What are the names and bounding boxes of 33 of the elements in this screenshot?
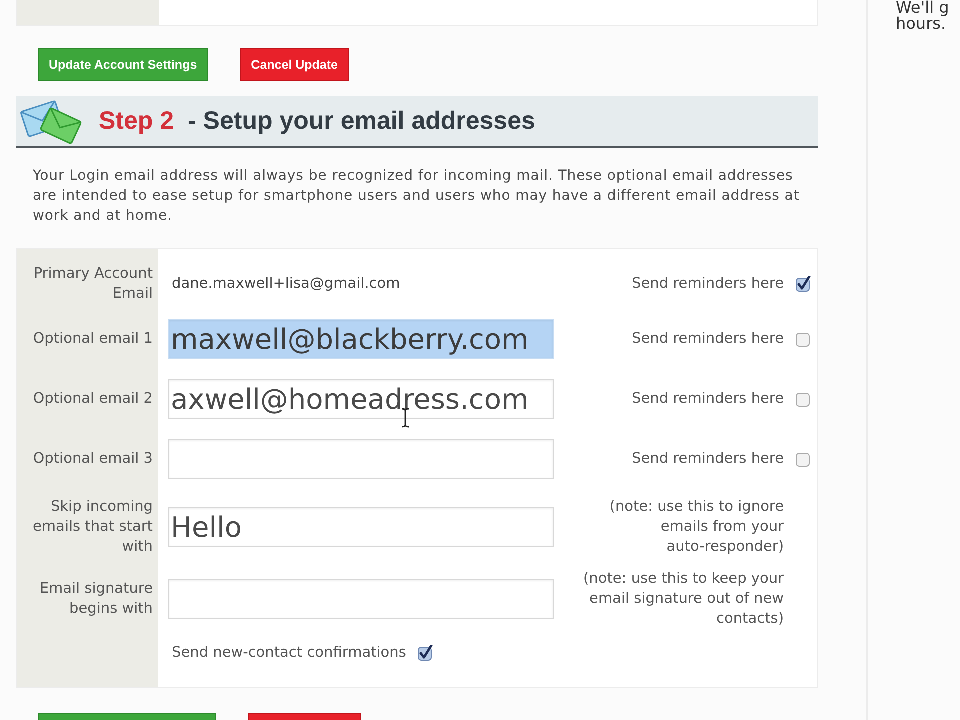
field-note: (note: use this to keep your email signature out of new contacts) [582,570,784,629]
field-note: (note: use this to ignore emails from your auto-responder) [608,498,784,557]
checkbox-label: Send reminders here [632,331,784,347]
sidebar-text: hours. [896,16,946,32]
checkbox-label: Send reminders here [632,276,784,292]
checkbox[interactable] [795,331,811,347]
envelopes-icon [20,98,82,144]
action-button[interactable] [38,713,216,720]
field-label: Optional email 3 [33,450,153,469]
field-label: Optional email 2 [33,390,153,409]
intro-text: Your Login email address will always be recognized for incoming mail. These optional email addresses are intended to ease setup for smartphone users and users who may have a different email address at work and at home. [33,167,801,226]
field-label: Optional email 1 [33,330,153,349]
checkbox[interactable] [417,645,434,661]
step-number: Step 2 [99,106,174,136]
email-address: dane.maxwell+lisa@gmail.com [171,276,400,292]
field-label: Email signature begins with [38,580,153,619]
field-label: Primary Account Email [32,265,153,304]
checkbox[interactable] [795,276,811,292]
checkbox-label: Send new-contact confirmations [171,645,406,661]
section-title: - Setup your email addresses [188,106,536,136]
input-field[interactable]: axwell@homeadress.com [168,379,554,419]
sidebar-text: We'll g [896,0,950,16]
input-field[interactable] [168,579,554,619]
input-field[interactable]: Hello [168,507,554,547]
input-field[interactable]: maxwell@blackberry.com [168,319,554,359]
checkbox-label: Send reminders here [632,451,784,467]
checkbox[interactable] [795,451,811,467]
action-button[interactable]: Cancel Update [240,48,350,81]
field-label: Skip incoming emails that start with [32,498,153,557]
checkbox-label: Send reminders here [632,391,784,407]
input-field[interactable] [168,439,554,479]
action-button[interactable] [248,713,361,720]
checkbox[interactable] [795,391,811,407]
